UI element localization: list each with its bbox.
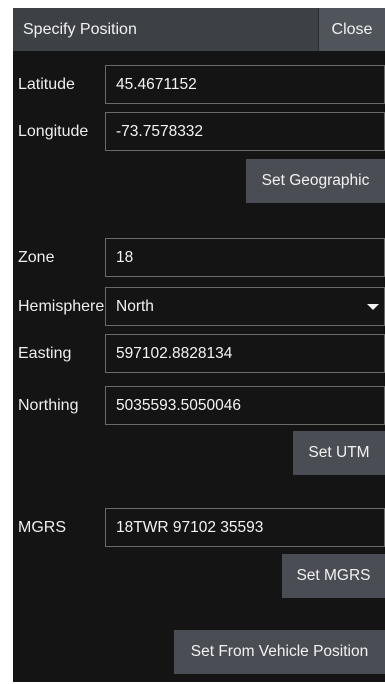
easting-label: Easting — [18, 345, 72, 362]
mgrs-label: MGRS — [18, 519, 66, 536]
set-utm-button[interactable]: Set UTM — [293, 431, 385, 475]
dialog-header: Specify Position Close — [13, 8, 385, 51]
hemisphere-selected-value: North — [116, 298, 154, 315]
set-geographic-button[interactable]: Set Geographic — [246, 159, 385, 203]
hemisphere-label: Hemisphere — [18, 298, 105, 315]
longitude-label: Longitude — [18, 123, 89, 140]
easting-input[interactable]: 597102.8828134 — [105, 334, 385, 373]
close-button[interactable]: Close — [318, 8, 385, 51]
set-from-vehicle-position-button[interactable]: Set From Vehicle Position — [174, 630, 385, 674]
northing-label: Northing — [18, 397, 79, 414]
latitude-input[interactable]: 45.4671152 — [105, 65, 385, 104]
caret-down-icon — [367, 304, 379, 310]
longitude-input[interactable]: -73.7578332 — [105, 112, 385, 151]
set-mgrs-button[interactable]: Set MGRS — [282, 554, 385, 598]
hemisphere-select[interactable]: North — [105, 287, 385, 326]
latitude-label: Latitude — [18, 76, 75, 93]
zone-label: Zone — [18, 249, 55, 266]
northing-input[interactable]: 5035593.5050046 — [105, 386, 385, 425]
dialog-title: Specify Position — [23, 21, 137, 38]
zone-input[interactable]: 18 — [105, 238, 385, 277]
specify-position-dialog: Specify Position Close Latitude 45.46711… — [13, 8, 385, 682]
mgrs-input[interactable]: 18TWR 97102 35593 — [105, 508, 385, 547]
